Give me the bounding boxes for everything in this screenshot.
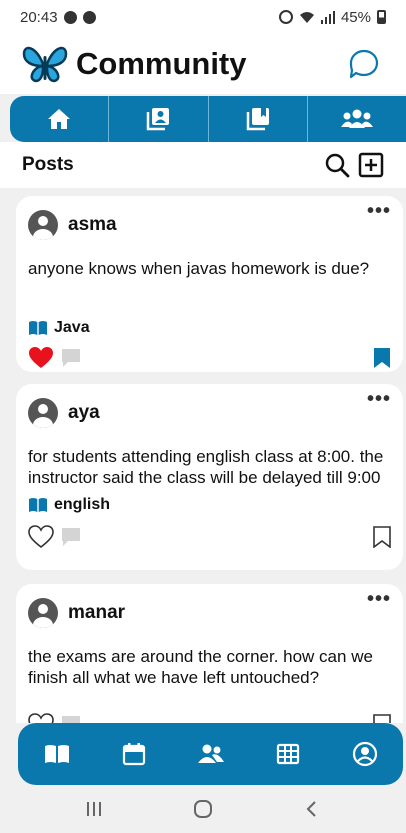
post-card: manar ••• the exams are around the corne… xyxy=(16,584,403,723)
book-open-icon xyxy=(29,498,47,512)
app-notification-icon xyxy=(82,10,96,24)
comment-icon[interactable] xyxy=(60,714,82,723)
like-heart-icon[interactable] xyxy=(28,346,54,370)
tab-library[interactable] xyxy=(209,96,308,142)
calendar-icon xyxy=(122,743,145,766)
posts-feed[interactable]: asma ••• anyone knows when javas homewor… xyxy=(0,188,406,723)
more-options-button[interactable]: ••• xyxy=(367,201,391,221)
bookmark-outline-icon[interactable] xyxy=(373,526,391,548)
post-author[interactable]: manar xyxy=(68,602,125,624)
messenger-notification-icon xyxy=(63,10,77,24)
post-tag-label: Java xyxy=(54,319,90,336)
alarm-icon xyxy=(278,10,293,24)
comment-icon[interactable] xyxy=(60,526,82,548)
avatar[interactable] xyxy=(28,398,58,428)
back-chevron-icon xyxy=(306,801,316,817)
nav-table[interactable] xyxy=(268,734,308,774)
battery-icon xyxy=(377,10,386,24)
home-system-button[interactable] xyxy=(183,794,223,824)
posts-title: Posts xyxy=(22,154,74,175)
post-text: the exams are around the corner. how can… xyxy=(28,647,373,687)
home-circle-icon xyxy=(193,800,212,818)
book-open-icon xyxy=(29,321,47,335)
butterfly-logo-icon xyxy=(22,46,68,83)
recent-apps-button[interactable] xyxy=(74,794,114,824)
avatar[interactable] xyxy=(28,598,58,628)
group-icon xyxy=(340,109,373,128)
account-icon xyxy=(352,741,377,767)
nav-people[interactable] xyxy=(191,734,231,774)
post-tag-label: english xyxy=(54,496,111,513)
tab-home[interactable] xyxy=(10,96,110,142)
nav-calendar[interactable] xyxy=(114,734,154,774)
posts-toolbar: Posts xyxy=(0,142,406,188)
nav-account[interactable] xyxy=(345,734,385,774)
search-icon[interactable] xyxy=(324,152,350,178)
system-nav-bar xyxy=(0,785,406,833)
book-icon xyxy=(44,745,69,763)
app-header: Community xyxy=(0,34,406,94)
tab-groups[interactable] xyxy=(308,96,406,142)
chat-button[interactable] xyxy=(344,44,384,84)
chat-bubble-icon xyxy=(349,49,379,79)
post-text: for students attending english class at … xyxy=(28,447,384,487)
battery-percent: 45% xyxy=(340,8,371,26)
add-post-icon[interactable] xyxy=(358,152,384,178)
more-options-button[interactable]: ••• xyxy=(367,389,391,409)
library-icon xyxy=(246,108,269,131)
post-card: aya ••• for students attending english c… xyxy=(16,384,403,570)
recent-apps-icon xyxy=(87,802,102,816)
people-icon xyxy=(197,744,224,763)
post-text: anyone knows when javas homework is due? xyxy=(28,259,370,278)
more-options-button[interactable]: ••• xyxy=(367,589,391,609)
back-button[interactable] xyxy=(292,794,332,824)
contacts-icon xyxy=(147,108,170,131)
post-tag[interactable]: Java xyxy=(28,319,391,337)
post-author[interactable]: asma xyxy=(68,214,117,236)
post-card: asma ••• anyone knows when javas homewor… xyxy=(16,196,403,372)
status-time: 20:43 xyxy=(20,8,58,26)
bookmark-outline-icon[interactable] xyxy=(373,714,391,723)
like-heart-outline-icon[interactable] xyxy=(28,525,54,549)
top-tab-bar xyxy=(10,96,406,142)
status-bar: 20:43 45% xyxy=(0,0,406,34)
tab-contacts[interactable] xyxy=(109,96,209,142)
table-icon xyxy=(276,743,299,765)
post-author[interactable]: aya xyxy=(68,402,100,424)
bookmark-filled-icon[interactable] xyxy=(373,347,391,369)
home-icon xyxy=(48,109,71,129)
comment-icon[interactable] xyxy=(60,347,82,369)
post-tag[interactable]: english xyxy=(28,496,391,514)
like-heart-outline-icon[interactable] xyxy=(28,713,54,723)
avatar[interactable] xyxy=(28,210,58,240)
bottom-nav xyxy=(18,723,403,785)
wifi-icon xyxy=(299,11,314,23)
app-title: Community xyxy=(76,46,247,81)
signal-icon xyxy=(320,10,335,24)
nav-book[interactable] xyxy=(37,734,77,774)
